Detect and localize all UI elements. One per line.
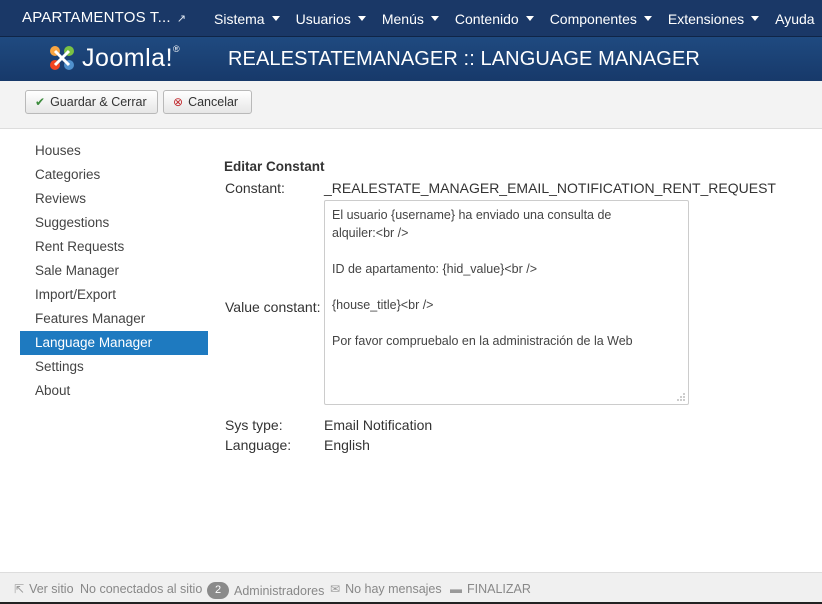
constant-value: _REALESTATE_MANAGER_EMAIL_NOTIFICATION_R…: [324, 180, 776, 196]
check-icon: ✔: [35, 95, 46, 109]
admins-label: Administradores: [234, 583, 325, 598]
textarea-line: ID de apartamento: {hid_value}<br />: [332, 262, 538, 276]
textarea-line: {house_title}<br />: [332, 298, 434, 312]
sidebar-item-reviews[interactable]: Reviews: [20, 187, 208, 211]
page-title: REALESTATEMANAGER :: LANGUAGE MANAGER: [228, 48, 700, 70]
sidebar-item-houses[interactable]: Houses: [20, 139, 208, 163]
caret-down-icon: [643, 16, 652, 21]
textarea-line: Por favor compruebalo en la administraci…: [332, 334, 633, 348]
language-value: English: [324, 437, 370, 453]
menu-componentes[interactable]: Componentes: [542, 0, 660, 37]
sidebar-item-suggestions[interactable]: Suggestions: [20, 211, 208, 235]
main-menu: Sistema Usuarios Menús Contenido Compone…: [206, 0, 822, 37]
sidebar-item-settings[interactable]: Settings: [20, 355, 208, 379]
sidebar-item-categories[interactable]: Categories: [20, 163, 208, 187]
cancel-button[interactable]: ⊗ Cancelar: [163, 90, 252, 114]
textarea-line: alquiler:<br />: [332, 226, 409, 240]
menu-menus[interactable]: Menús: [374, 0, 447, 37]
menu-label: Ayuda: [775, 10, 815, 27]
not-connected-status: No conectados al sitio: [80, 582, 203, 596]
joomla-logo-icon: [50, 46, 74, 70]
value-constant-textarea[interactable]: El usuario {username} ha enviado una con…: [324, 200, 689, 405]
value-constant-label: Value constant:: [225, 299, 321, 315]
minus-icon: ▬: [450, 582, 462, 596]
textarea-line: [332, 278, 681, 296]
envelope-icon: ✉: [330, 582, 341, 596]
menu-label: Menús: [381, 10, 424, 27]
menu-label: Componentes: [549, 10, 637, 27]
status-bar: ⇱ Ver sitio No conectados al sitio 2 Admin…: [0, 572, 822, 604]
menu-label: Usuarios: [295, 10, 351, 27]
menu-ayuda[interactable]: Ayuda: [767, 0, 822, 37]
view-site-label: Ver sitio: [29, 582, 74, 596]
menu-label: Extensiones: [667, 10, 745, 27]
cancel-label: Cancelar: [188, 95, 239, 109]
messages-status[interactable]: ✉ No hay mensajes: [330, 582, 442, 596]
menu-extensiones[interactable]: Extensiones: [660, 0, 767, 37]
share-icon: ⇱: [14, 582, 25, 596]
sidebar-item-features-manager[interactable]: Features Manager: [20, 307, 208, 331]
site-title-link[interactable]: APARTAMENTOS T... ↗: [22, 9, 186, 26]
sys-type-label: Sys type:: [225, 417, 283, 433]
cancel-circle-icon: ⊗: [173, 95, 184, 109]
caret-down-icon: [430, 16, 439, 21]
joomla-logo: Joomla!®: [46, 40, 180, 76]
menu-label: Contenido: [454, 10, 519, 27]
caret-down-icon: [271, 16, 280, 21]
resize-grip-icon[interactable]: [675, 391, 685, 401]
form-title: Editar Constant: [224, 159, 325, 174]
language-label: Language:: [225, 437, 292, 453]
top-navbar: APARTAMENTOS T... ↗ Sistema Usuarios Menú…: [0, 0, 822, 37]
admins-count-badge: 2: [207, 582, 229, 599]
logout-label: FINALIZAR: [467, 582, 531, 596]
view-site-link[interactable]: ⇱ Ver sitio: [14, 582, 74, 596]
sys-type-value: Email Notification: [324, 417, 433, 433]
textarea-line: [332, 314, 681, 332]
sidebar-item-language-manager[interactable]: Language Manager: [20, 331, 208, 355]
textarea-line: [332, 242, 681, 260]
constant-label: Constant:: [225, 180, 285, 196]
caret-down-icon: [751, 16, 760, 21]
toolbar: ✔ Guardar & Cerrar ⊗ Cancelar: [0, 81, 822, 129]
menu-contenido[interactable]: Contenido: [447, 0, 542, 37]
sidebar-item-sale-manager[interactable]: Sale Manager: [20, 259, 208, 283]
logo-text: Joomla!®: [82, 44, 180, 73]
admins-status[interactable]: 2 Administradores: [207, 582, 324, 599]
menu-sistema[interactable]: Sistema: [206, 0, 288, 37]
sidebar-item-import-export[interactable]: Import/Export: [20, 283, 208, 307]
save-close-button[interactable]: ✔ Guardar & Cerrar: [25, 90, 158, 114]
registered-mark: ®: [173, 43, 181, 54]
menu-label: Sistema: [214, 10, 265, 27]
textarea-line: El usuario {username} ha enviado una con…: [332, 208, 612, 222]
caret-down-icon: [357, 16, 366, 21]
logo-wordmark: Joomla!: [82, 43, 174, 72]
logout-link[interactable]: ▬ FINALIZAR: [450, 582, 531, 596]
messages-label: No hay mensajes: [345, 582, 442, 596]
sidebar-item-about[interactable]: About: [20, 379, 208, 403]
caret-down-icon: [525, 16, 534, 21]
menu-usuarios[interactable]: Usuarios: [288, 0, 374, 37]
sidebar: Houses Categories Reviews Suggestions Re…: [20, 139, 208, 403]
site-title-text: APARTAMENTOS T...: [22, 9, 171, 26]
sidebar-item-rent-requests[interactable]: Rent Requests: [20, 235, 208, 259]
save-close-label: Guardar & Cerrar: [50, 95, 147, 109]
page-header: Joomla!® REALESTATEMANAGER :: LANGUAGE M…: [0, 37, 822, 81]
external-link-icon: ↗: [176, 13, 187, 25]
